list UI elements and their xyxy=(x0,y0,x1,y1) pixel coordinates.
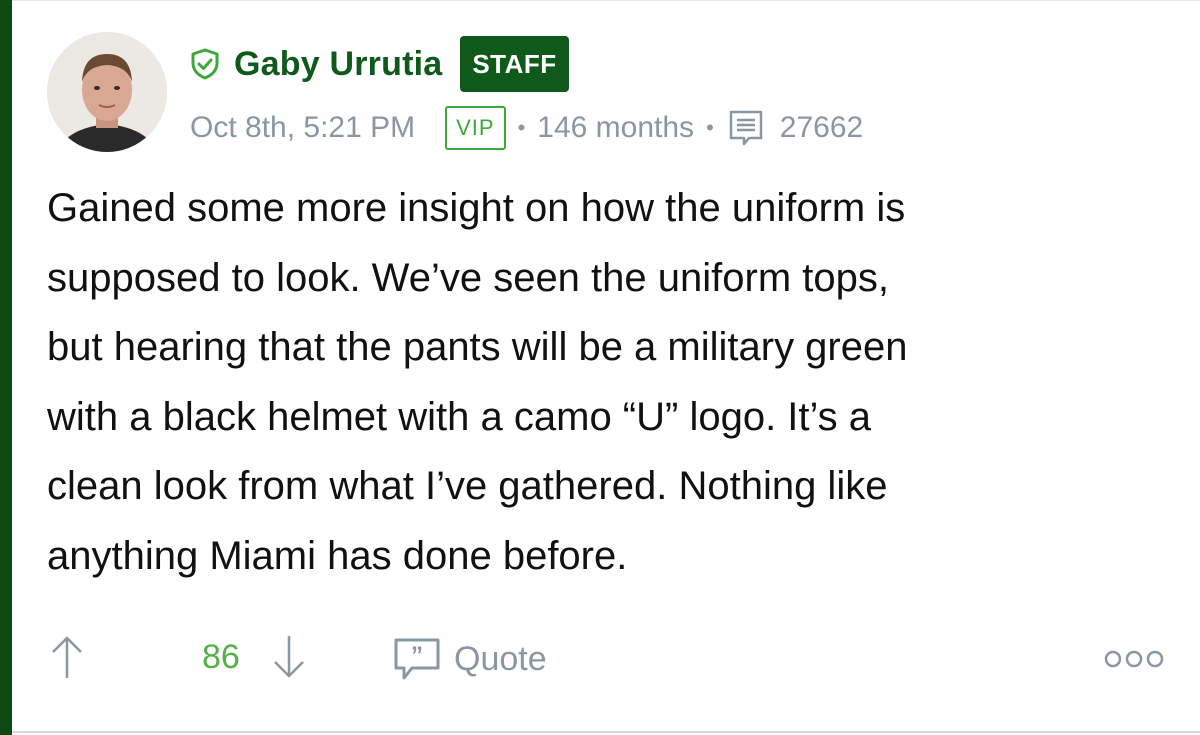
vote-count: 86 xyxy=(202,638,240,676)
member-tenure: 146 months xyxy=(537,111,695,144)
vip-badge: VIP xyxy=(445,106,506,150)
post-line: Gained some more insight on how the unif… xyxy=(47,186,906,230)
post-line: supposed to look. We’ve seen the uniform… xyxy=(47,255,889,300)
post-meta: Oct 8th, 5:21 PM VIP • 146 months • 2766… xyxy=(190,105,863,151)
post-line: clean look from what I’ve gathered. Noth… xyxy=(47,464,888,509)
post-timestamp[interactable]: Oct 8th, 5:21 PM xyxy=(190,111,415,145)
bottom-divider xyxy=(12,731,1200,733)
quote-label: Quote xyxy=(454,639,547,678)
post-body: Gained some more insight on how the unif… xyxy=(47,174,1147,592)
meta-separator: • xyxy=(706,115,714,140)
quote-icon: ” xyxy=(394,638,440,680)
downvote-icon[interactable] xyxy=(269,634,309,680)
upvote-icon[interactable] xyxy=(47,634,87,680)
post-line: but hearing that the pants will be a mil… xyxy=(47,325,908,370)
author-header: Gaby Urrutia STAFF xyxy=(190,36,569,92)
user-avatar-icon xyxy=(47,32,167,152)
quote-button[interactable]: ” Quote xyxy=(392,630,547,688)
post-line: anything Miami has done before. xyxy=(47,533,628,578)
top-divider xyxy=(12,0,1200,1)
shield-check-icon xyxy=(191,48,219,80)
post-actions: 86 ” Quote xyxy=(47,630,1167,688)
meta-separator: • xyxy=(517,115,526,140)
more-options-icon[interactable] xyxy=(1101,636,1167,682)
comment-icon xyxy=(729,110,763,146)
staff-badge: STAFF xyxy=(460,36,569,92)
svg-text:”: ” xyxy=(411,642,423,669)
author-avatar[interactable] xyxy=(47,32,167,152)
author-name[interactable]: Gaby Urrutia xyxy=(234,45,442,84)
post-line: with a black helmet with a camo “U” logo… xyxy=(47,394,872,439)
left-accent-bar xyxy=(0,0,12,735)
post-count[interactable]: 27662 xyxy=(780,111,863,145)
